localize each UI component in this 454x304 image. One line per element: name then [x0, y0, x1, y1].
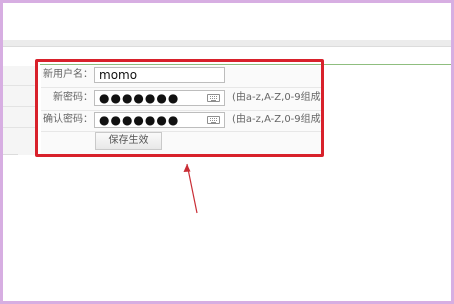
username-value: momo [99, 68, 138, 82]
form-row-username: 新用户名： momo [41, 66, 321, 84]
confirm-password-input[interactable]: ●●●●●●● [94, 112, 225, 128]
password-input[interactable]: ●●●●●●● [94, 90, 225, 106]
form-row-password: 新密码： ●●●●●●● (由a-z,A-Z,0-9组成) [41, 89, 325, 107]
username-input[interactable]: momo [94, 67, 225, 83]
keyboard-icon[interactable] [207, 94, 220, 102]
sidebar-stripe [3, 127, 37, 128]
sidebar-stripe [3, 106, 37, 107]
form-row-divider [41, 87, 321, 88]
left-sidebar-strip [3, 66, 38, 155]
annotation-arrow-head [183, 164, 191, 172]
form-row-divider [41, 131, 321, 132]
confirm-password-masked-value: ●●●●●●● [99, 113, 180, 127]
keyboard-icon[interactable] [207, 116, 220, 124]
form-row-confirm-password: 确认密码： ●●●●●●● (由a-z,A-Z,0-9组成) [41, 111, 325, 129]
lower-left-mark [0, 154, 18, 155]
sidebar-stripe [3, 85, 37, 86]
password-hint: (由a-z,A-Z,0-9组成) [232, 92, 325, 103]
confirm-password-hint: (由a-z,A-Z,0-9组成) [232, 114, 325, 125]
page-accent-divider [40, 64, 451, 65]
save-button[interactable]: 保存生效 [95, 132, 162, 150]
confirm-password-label: 确认密码： [43, 114, 93, 125]
password-masked-value: ●●●●●●● [99, 91, 180, 105]
username-label: 新用户名： [43, 69, 93, 80]
account-settings-form: 新用户名： momo 新密码： ●●●●●●● (由a-z,A-Z,0-9组成)… [41, 66, 325, 154]
password-label: 新密码： [53, 92, 93, 103]
annotation-arrow-shaft [186, 163, 198, 214]
page-top-bar [3, 40, 451, 47]
